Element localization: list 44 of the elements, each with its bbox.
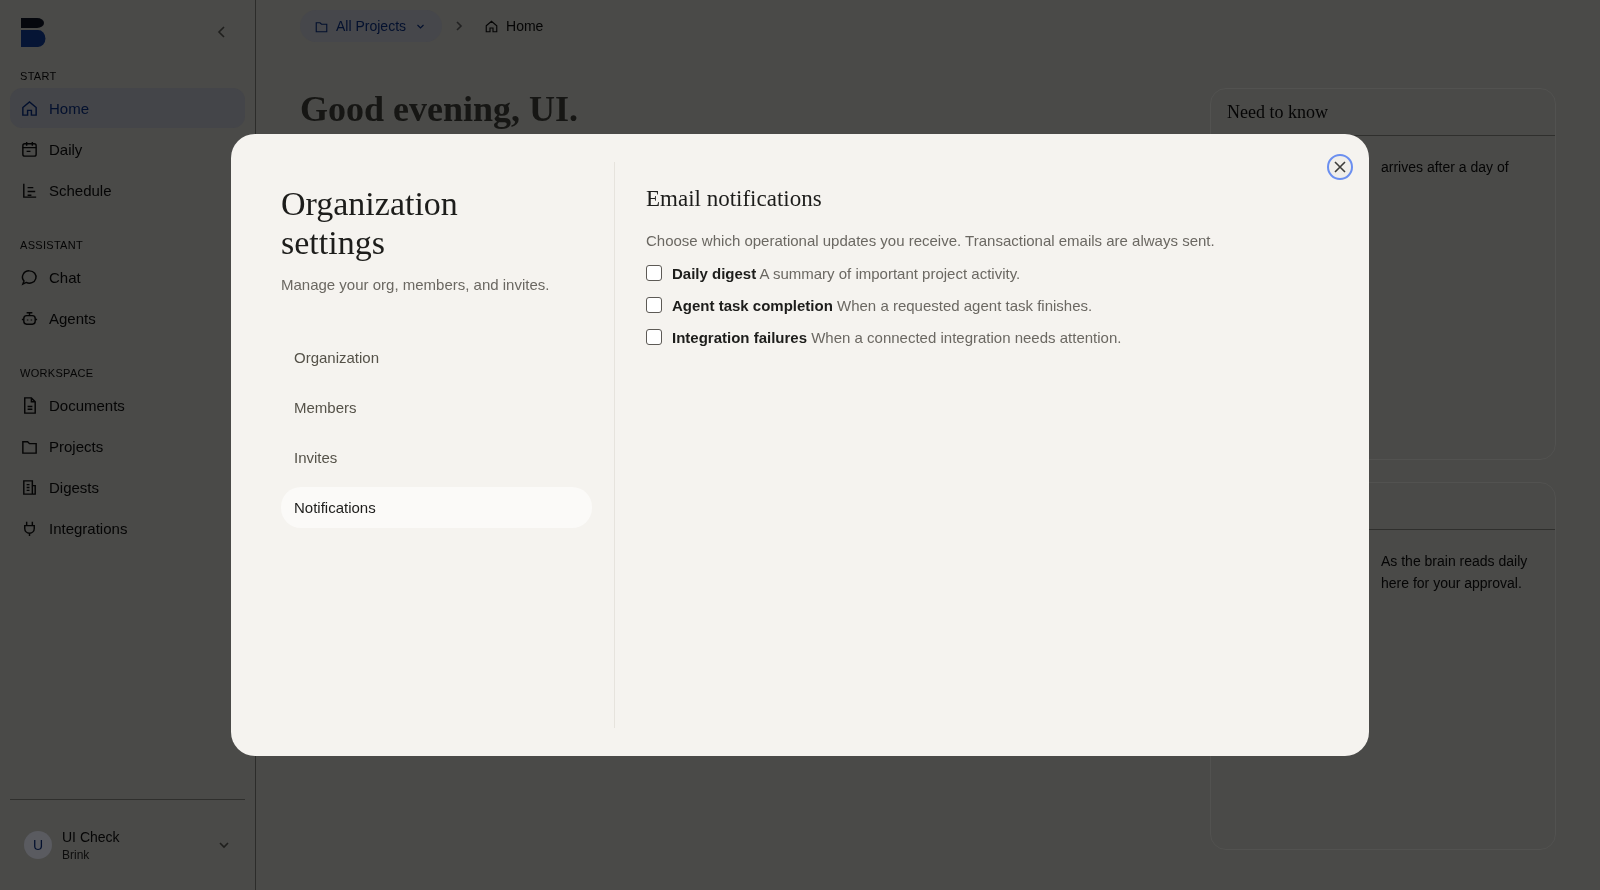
section-title: Email notifications bbox=[646, 186, 823, 212]
section-heading: ASSISTANT bbox=[19, 238, 84, 253]
newspaper-icon bbox=[20, 477, 39, 497]
calendar-icon bbox=[20, 139, 39, 159]
sidebar-item[interactable]: Schedule bbox=[10, 170, 245, 210]
logo-icon bbox=[20, 16, 46, 48]
breadcrumb-link[interactable]: Home bbox=[476, 10, 552, 42]
section-description: Choose which operational updates you receive. Transactional emails are always sent. bbox=[646, 232, 1216, 249]
sidebar-item[interactable]: Documents bbox=[10, 385, 245, 425]
dialog-title: Organization settings bbox=[281, 184, 459, 262]
org-name: Brink bbox=[62, 847, 91, 862]
checkbox[interactable] bbox=[646, 329, 662, 345]
sidebar-item[interactable]: Integrations bbox=[10, 508, 245, 548]
close-button[interactable] bbox=[1327, 154, 1353, 180]
option-label: Agent task completion When a requested agent task finishes. bbox=[672, 296, 1093, 314]
dialog-subtitle: Manage your org, members, and invites. bbox=[281, 276, 551, 293]
card-text: As the brain reads daily bbox=[1381, 552, 1529, 571]
option-label: Integration failures When a connected integration needs attention. bbox=[672, 328, 1122, 346]
chevron-icon bbox=[454, 21, 465, 31]
chat-icon bbox=[20, 267, 39, 287]
sidebar-item[interactable]: Agents bbox=[10, 298, 245, 338]
checkbox[interactable] bbox=[646, 297, 662, 313]
settings-nav-item[interactable]: Invites bbox=[281, 437, 592, 478]
sidebar-item[interactable]: Chat bbox=[10, 257, 245, 297]
user-avatar: U bbox=[24, 831, 52, 859]
sidebar-item[interactable]: Projects bbox=[10, 426, 245, 466]
settings-nav-item[interactable]: Organization bbox=[281, 337, 592, 378]
user-name: UI Check bbox=[62, 828, 121, 845]
sidebar-item[interactable]: Home bbox=[10, 88, 245, 128]
home-icon bbox=[20, 98, 39, 118]
card-title: Need to know bbox=[1227, 101, 1328, 123]
settings-nav-item[interactable]: Notifications bbox=[281, 487, 592, 528]
option-label: Daily digest A summary of important project activity. bbox=[672, 264, 1021, 282]
close-icon bbox=[1334, 161, 1346, 173]
section-heading: START bbox=[19, 69, 58, 84]
card-text: here for your approval. bbox=[1381, 574, 1523, 593]
sidebar-item[interactable]: Daily bbox=[10, 129, 245, 169]
sidebar-item[interactable]: Digests bbox=[10, 467, 245, 507]
home-icon bbox=[484, 18, 500, 34]
section-heading: WORKSPACE bbox=[19, 366, 95, 381]
card-text: arrives after a day of bbox=[1381, 158, 1510, 177]
settings-nav-item[interactable]: Members bbox=[281, 387, 592, 428]
project-selector[interactable]: All Projects bbox=[300, 10, 443, 42]
checkbox[interactable] bbox=[646, 265, 662, 281]
